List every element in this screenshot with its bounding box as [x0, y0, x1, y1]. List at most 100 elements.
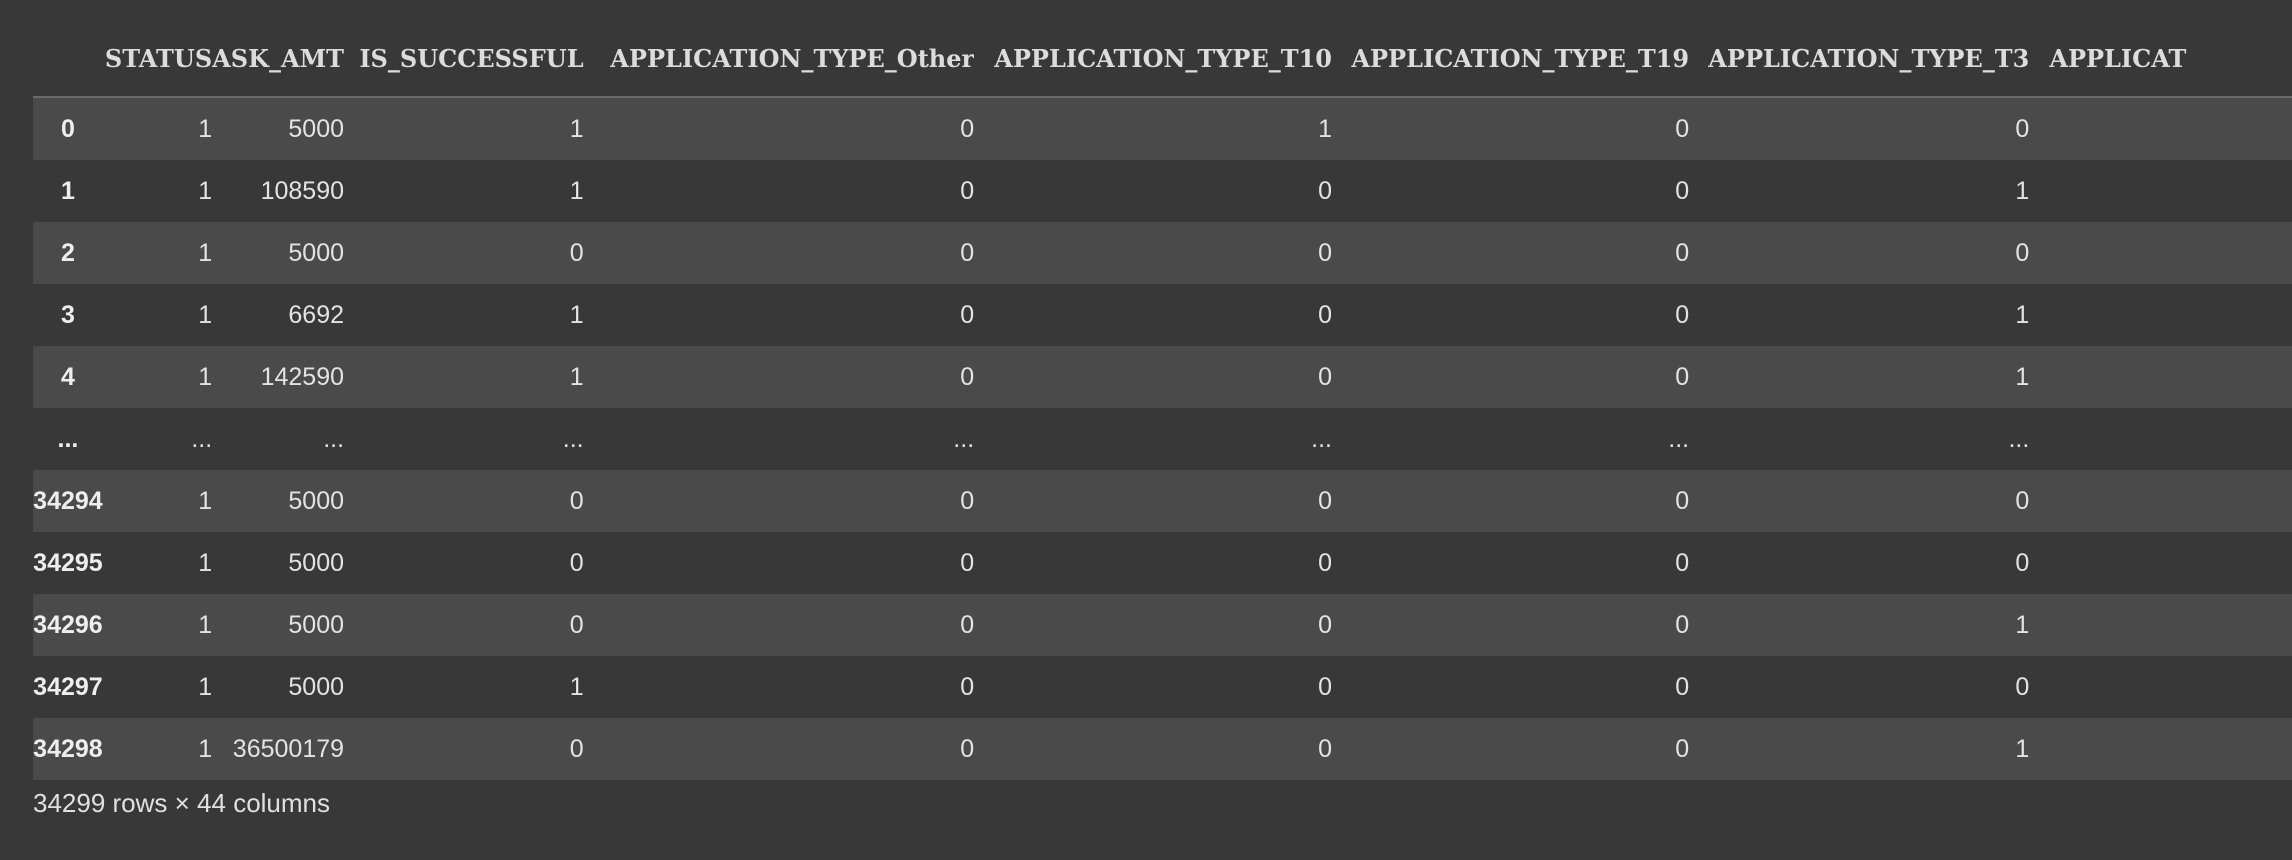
row-index: 34295	[33, 548, 103, 577]
table-cell: 1	[569, 176, 584, 205]
row-index: 3	[60, 300, 75, 329]
table-cell: 0	[569, 238, 584, 267]
table-row: 34294 1 5000 0 0 0 0 0	[33, 470, 2292, 532]
column-header: APPLICAT	[2029, 20, 2292, 98]
table-cell: 1	[198, 610, 213, 639]
table-cell: 0	[1318, 362, 1332, 391]
table-cell: 0	[1675, 486, 1690, 515]
table-cell: ...	[953, 424, 975, 453]
table-cell: 0	[1675, 238, 1690, 267]
table-row: 1 1 108590 1 0 0 0 1	[33, 160, 2292, 222]
table-cell: 1	[198, 300, 213, 329]
table-cell	[2029, 532, 2292, 594]
column-header: ASK_AMT	[212, 20, 345, 98]
row-index: 2	[60, 238, 75, 267]
table-cell: 36500179	[232, 734, 345, 763]
table-cell: 0	[2015, 672, 2030, 701]
table-row: 4 1 142590 1 0 0 0 1	[33, 346, 2292, 408]
table-cell: 1	[2015, 300, 2030, 329]
table-row: 0 1 5000 1 0 1 0 0	[33, 97, 2292, 160]
table-cell: 0	[2015, 548, 2030, 577]
table-cell: 0	[1675, 362, 1690, 391]
table-cell: ...	[323, 424, 345, 453]
table-cell: 1	[2015, 176, 2030, 205]
table-cell	[2029, 284, 2292, 346]
dataframe-table: STATUS ASK_AMT IS_SUCCESSFUL APPLICATION_TY…	[33, 20, 2292, 780]
table-cell: ...	[1668, 424, 1690, 453]
table-cell: 0	[1675, 734, 1690, 763]
row-index: 34294	[33, 486, 103, 515]
table-cell: 1	[569, 300, 584, 329]
table-cell: 0	[960, 114, 975, 143]
table-cell	[2029, 346, 2292, 408]
table-cell: 1	[1318, 114, 1332, 143]
column-header: APPLICATION_TYPE_T3	[1689, 20, 2030, 98]
table-cell: 0	[1675, 300, 1690, 329]
table-cell	[2029, 97, 2292, 160]
table-cell: 1	[198, 486, 213, 515]
table-cell: 0	[1318, 238, 1332, 267]
table-cell: 0	[2015, 486, 2030, 515]
table-cell: 0	[1318, 734, 1332, 763]
table-cell	[2029, 718, 2292, 780]
table-cell	[2029, 408, 2292, 470]
row-index: 0	[60, 114, 75, 143]
table-row: 2 1 5000 0 0 0 0 0	[33, 222, 2292, 284]
column-header: IS_SUCCESSFUL	[344, 20, 584, 98]
column-header: APPLICATION_TYPE_Other	[583, 20, 975, 98]
row-index: 34297	[33, 672, 103, 701]
table-cell: 1	[198, 176, 213, 205]
table-cell: 0	[960, 548, 975, 577]
table-cell: 1	[198, 672, 213, 701]
table-cell: 0	[1675, 610, 1690, 639]
table-cell: 0	[1318, 610, 1332, 639]
table-cell: 0	[960, 300, 975, 329]
table-cell	[2029, 470, 2292, 532]
table-cell: 0	[1318, 548, 1332, 577]
row-index: 34296	[33, 610, 103, 639]
table-cell	[2029, 222, 2292, 284]
table-header: STATUS ASK_AMT IS_SUCCESSFUL APPLICATION_TY…	[33, 20, 2292, 98]
table-cell: 0	[1675, 672, 1690, 701]
table-body: 0 1 5000 1 0 1 0 0 1 1 108590 1 0 0 0 1 2 1 5000 0 0 0 0 0 3 1 669…	[33, 97, 2292, 780]
table-cell: 5000	[288, 486, 345, 515]
table-cell: 0	[569, 486, 584, 515]
row-index: 1	[60, 176, 75, 205]
table-cell: 0	[2015, 238, 2030, 267]
table-cell: 0	[960, 238, 975, 267]
column-header: APPLICATION_TYPE_T10	[974, 20, 1332, 98]
table-cell: 0	[1318, 176, 1332, 205]
table-cell: ...	[562, 424, 584, 453]
header-row: STATUS ASK_AMT IS_SUCCESSFUL APPLICATION_TY…	[33, 20, 2292, 98]
table-cell: 0	[569, 548, 584, 577]
table-cell: 0	[1675, 176, 1690, 205]
notebook-output: STATUS ASK_AMT IS_SUCCESSFUL APPLICATION_TY…	[0, 0, 2292, 860]
row-index: 4	[60, 362, 75, 391]
table-cell: 1	[569, 114, 584, 143]
index-header	[33, 20, 103, 98]
table-cell: 5000	[288, 238, 345, 267]
table-cell: 0	[960, 176, 975, 205]
column-header: STATUS	[102, 20, 213, 98]
table-row: ........................	[33, 408, 2292, 470]
table-cell: 0	[1675, 548, 1690, 577]
table-row: 34296 1 5000 0 0 0 0 1	[33, 594, 2292, 656]
table-cell: 5000	[288, 548, 345, 577]
table-row: 34297 1 5000 1 0 0 0 0	[33, 656, 2292, 718]
table-cell	[2029, 594, 2292, 656]
table-cell: 0	[1675, 114, 1690, 143]
row-index: ...	[57, 424, 79, 453]
table-cell: 1	[569, 362, 584, 391]
table-cell: 1	[198, 548, 213, 577]
table-cell	[2029, 656, 2292, 718]
table-cell: 108590	[260, 176, 345, 205]
dataframe-shape-label: 34299 rows × 44 columns	[33, 788, 331, 818]
table-cell: 1	[198, 238, 213, 267]
table-row: 34295 1 5000 0 0 0 0 0	[33, 532, 2292, 594]
table-cell: ...	[1311, 424, 1332, 453]
table-row: 3 1 6692 1 0 0 0 1	[33, 284, 2292, 346]
table-cell: 142590	[260, 362, 345, 391]
table-cell: 0	[569, 734, 584, 763]
table-cell: 0	[1318, 300, 1332, 329]
column-header: APPLICATION_TYPE_T19	[1332, 20, 1690, 98]
